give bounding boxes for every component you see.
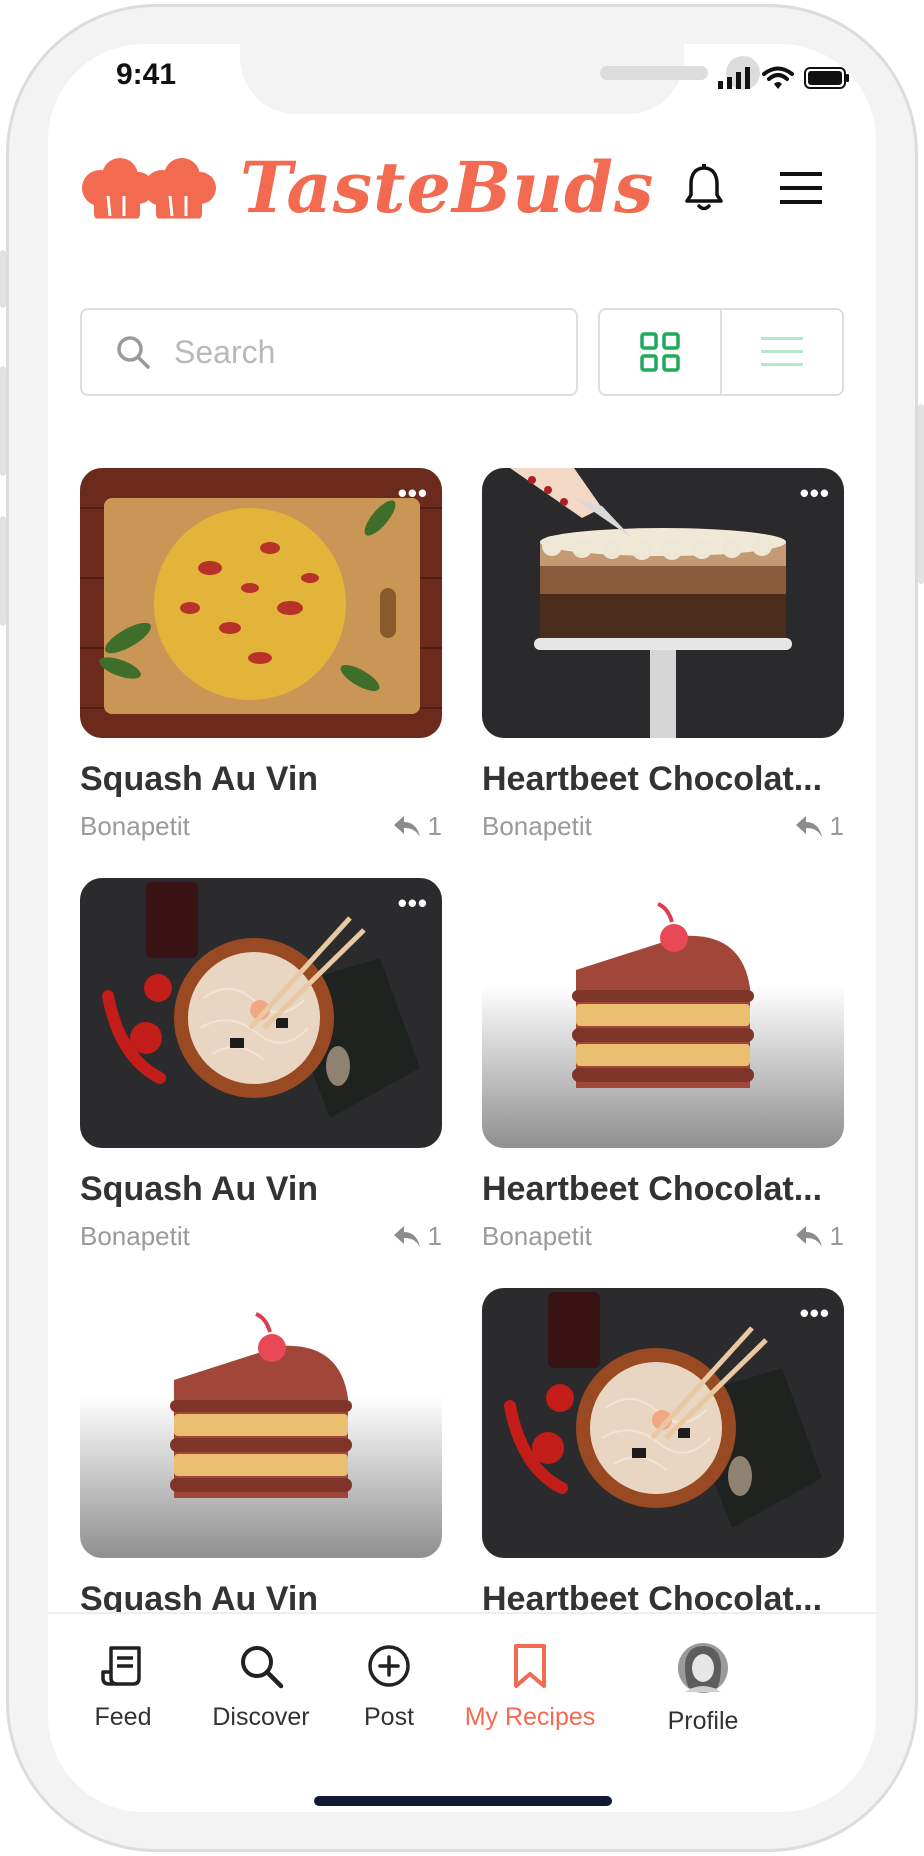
recipe-card[interactable]: ••• Squash Au Vin Bonapetit 1 (80, 468, 442, 842)
reply-arrow-icon (795, 815, 822, 837)
recipe-card[interactable]: Squash Au Vin (80, 1288, 442, 1619)
cake-placeholder (482, 878, 844, 1148)
grid-icon (640, 332, 680, 372)
share-count-value: 1 (829, 1221, 844, 1251)
app-header: TasteBuds (48, 144, 876, 254)
notch (240, 44, 760, 114)
recipe-title: Heartbeet Chocolat... (482, 760, 823, 798)
feed-icon (101, 1646, 141, 1686)
reply-arrow-icon (393, 815, 420, 837)
recipe-card[interactable]: ••• Heartbeet Chocolat... Bonapetit 1 (482, 468, 844, 842)
chef-hat-logo-icon (82, 158, 216, 222)
brand-wordmark: TasteBuds (240, 146, 655, 229)
tab-label: Profile (667, 1707, 739, 1735)
search-placeholder: Search (174, 333, 276, 370)
share-count[interactable]: 1 (393, 811, 442, 842)
speaker (600, 66, 708, 80)
recipe-thumbnail[interactable]: ••• (482, 1288, 844, 1558)
power-button (918, 404, 924, 584)
more-options-icon[interactable]: ••• (398, 478, 428, 509)
share-count[interactable]: 1 (795, 811, 844, 842)
bookmark-icon (514, 1644, 546, 1688)
recipe-title: Heartbeet Chocolat... (482, 1170, 823, 1208)
recipe-thumbnail[interactable]: ••• (80, 468, 442, 738)
recipe-thumbnail[interactable]: ••• (482, 468, 844, 738)
recipe-thumbnail[interactable] (80, 1288, 442, 1558)
mute-switch (0, 250, 6, 308)
more-options-icon[interactable]: ••• (800, 1298, 830, 1329)
share-count-value: 1 (427, 811, 442, 841)
bottom-tab-bar: Feed Discover Post My Recipes Profile (48, 1612, 876, 1812)
share-count-value: 1 (427, 1221, 442, 1251)
tab-my-recipes[interactable]: My Recipes (444, 1642, 616, 1732)
recipe-card[interactable]: Heartbeet Chocolat... Bonapetit 1 (482, 878, 844, 1252)
recipe-title: Squash Au Vin (80, 760, 319, 798)
more-options-icon[interactable]: ••• (800, 478, 830, 509)
recipe-thumbnail[interactable] (482, 878, 844, 1148)
share-count[interactable]: 1 (393, 1221, 442, 1252)
recipe-thumbnail[interactable]: ••• (80, 878, 442, 1148)
signal-icon (718, 67, 750, 89)
recipe-author: Bonapetit (482, 811, 592, 841)
hamburger-menu-icon[interactable] (780, 172, 822, 204)
plus-circle-icon (368, 1645, 410, 1687)
noodle-bowl-photo (482, 1288, 844, 1558)
tab-profile[interactable]: Profile (618, 1642, 788, 1736)
recipe-card[interactable]: ••• Squash Au Vin Bonapetit 1 (80, 878, 442, 1252)
recipe-author: Bonapetit (80, 1221, 190, 1251)
layer-cake-photo (482, 468, 844, 738)
noodle-bowl-photo (80, 878, 442, 1148)
grid-view-button[interactable] (600, 310, 720, 394)
more-options-icon[interactable]: ••• (398, 888, 428, 919)
avatar (678, 1643, 728, 1693)
home-indicator[interactable] (314, 1796, 612, 1806)
search-icon (117, 336, 150, 369)
volume-down-button (0, 516, 6, 626)
battery-icon (804, 67, 849, 89)
share-count[interactable]: 1 (795, 1221, 844, 1252)
bell-icon[interactable] (684, 164, 724, 212)
cake-placeholder (80, 1288, 442, 1558)
view-toggle (598, 308, 844, 396)
status-time: 9:41 (116, 58, 177, 91)
share-count-value: 1 (829, 811, 844, 841)
search-input[interactable]: Search (80, 308, 578, 396)
reply-arrow-icon (795, 1225, 822, 1247)
recipe-author: Bonapetit (80, 811, 190, 841)
recipe-title: Squash Au Vin (80, 1170, 319, 1208)
frittata-photo (80, 468, 442, 738)
reply-arrow-icon (393, 1225, 420, 1247)
search-icon (241, 1646, 284, 1689)
recipe-card[interactable]: ••• Heartbeet Chocolat... (482, 1288, 844, 1619)
status-icons (718, 66, 850, 90)
volume-up-button (0, 366, 6, 476)
recipe-author: Bonapetit (482, 1221, 592, 1251)
list-view-button[interactable] (720, 310, 842, 394)
app-screen: 9:41 TasteBuds Search ••• Squash Au Vin … (48, 44, 876, 1812)
wifi-icon (762, 66, 794, 89)
tab-label: My Recipes (464, 1703, 596, 1731)
list-icon (761, 337, 803, 366)
